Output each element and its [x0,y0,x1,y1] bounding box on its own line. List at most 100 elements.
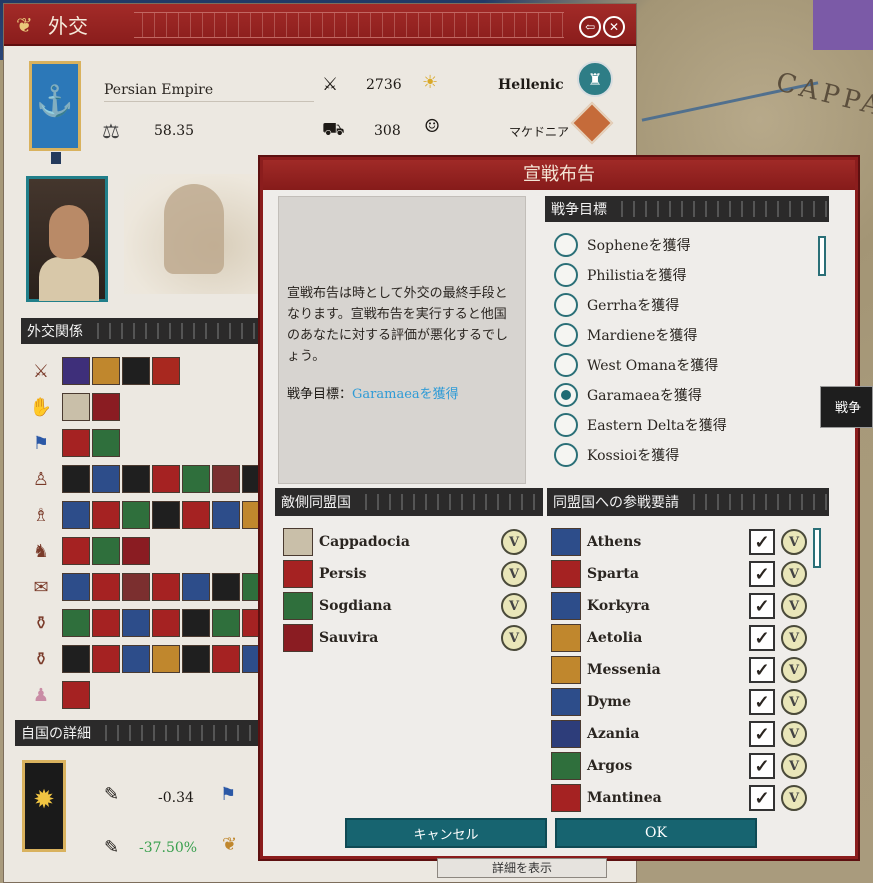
war-side-tab[interactable]: 戦争 [820,386,873,428]
radio-button[interactable] [554,263,578,287]
check-circle-icon[interactable]: V [781,721,807,747]
checkbox[interactable]: ✓ [749,785,775,811]
check-circle-icon[interactable]: V [781,753,807,779]
show-details-button[interactable]: 詳細を表示 [437,858,607,878]
checkbox[interactable]: ✓ [749,561,775,587]
call-ally-row[interactable]: Mantinea ✓ V [551,782,813,814]
flag-icon[interactable] [152,501,180,529]
checkbox[interactable]: ✓ [749,753,775,779]
flag-icon[interactable] [92,357,120,385]
check-circle-icon[interactable]: V [781,657,807,683]
flag-icon[interactable] [92,501,120,529]
enemy-ally-row[interactable]: Cappadocia V [283,526,533,558]
check-circle-icon[interactable]: V [501,625,527,651]
flag-icon[interactable] [212,609,240,637]
call-ally-row[interactable]: Dyme ✓ V [551,686,813,718]
flag-icon[interactable] [62,681,90,709]
goals-scrollbar[interactable] [818,236,826,276]
flag-icon[interactable] [62,429,90,457]
checkbox[interactable]: ✓ [749,721,775,747]
war-goal-option[interactable]: West Omanaを獲得 [545,350,835,380]
back-button[interactable]: ⇦ [579,16,601,38]
check-circle-icon[interactable]: V [781,689,807,715]
checkbox[interactable]: ✓ [749,593,775,619]
radio-button[interactable] [554,443,578,467]
war-goal-option[interactable]: Philistiaを獲得 [545,260,835,290]
flag-icon[interactable] [92,645,120,673]
flag-icon[interactable] [152,609,180,637]
call-ally-row[interactable]: Argos ✓ V [551,750,813,782]
flag-icon[interactable] [212,501,240,529]
check-circle-icon[interactable]: V [781,529,807,555]
flag-icon[interactable] [62,645,90,673]
war-goal-option[interactable]: Sopheneを獲得 [545,230,835,260]
flag-icon[interactable] [212,465,240,493]
radio-button[interactable] [554,413,578,437]
war-goal-option[interactable]: Eastern Deltaを獲得 [545,410,835,440]
checkbox[interactable]: ✓ [749,657,775,683]
flag-icon[interactable] [62,465,90,493]
enemy-ally-row[interactable]: Sauvira V [283,622,533,654]
radio-button[interactable] [554,233,578,257]
flag-icon[interactable] [92,429,120,457]
war-goal-option[interactable]: Kossioiを獲得 [545,440,835,470]
radio-button[interactable] [554,293,578,317]
flag-icon[interactable] [62,501,90,529]
flag-icon[interactable] [152,645,180,673]
flag-icon[interactable] [182,609,210,637]
checkbox[interactable]: ✓ [749,689,775,715]
call-ally-row[interactable]: Sparta ✓ V [551,558,813,590]
flag-icon[interactable] [62,357,90,385]
ok-button[interactable]: OK [555,818,757,848]
allies-scrollbar[interactable] [813,528,821,568]
radio-button[interactable] [554,353,578,377]
call-ally-row[interactable]: Athens ✓ V [551,526,813,558]
checkbox[interactable]: ✓ [749,625,775,651]
check-circle-icon[interactable]: V [781,625,807,651]
flag-icon[interactable] [92,465,120,493]
flag-icon[interactable] [152,465,180,493]
flag-icon[interactable] [62,573,90,601]
figure-button[interactable]: ♜ [577,61,613,97]
check-circle-icon[interactable]: V [501,529,527,555]
flag-icon[interactable] [92,393,120,421]
check-circle-icon[interactable]: V [781,785,807,811]
call-ally-row[interactable]: Messenia ✓ V [551,654,813,686]
checkbox[interactable]: ✓ [749,529,775,555]
ruler-portrait[interactable] [26,176,108,302]
flag-icon[interactable] [62,609,90,637]
flag-icon[interactable] [122,573,150,601]
radio-button[interactable] [554,323,578,347]
flag-icon[interactable] [212,573,240,601]
call-ally-row[interactable]: Azania ✓ V [551,718,813,750]
enemy-ally-row[interactable]: Sogdiana V [283,590,533,622]
flag-icon[interactable] [122,609,150,637]
war-goal-option[interactable]: Mardieneを獲得 [545,320,835,350]
flag-icon[interactable] [152,357,180,385]
close-button[interactable]: ✕ [603,16,625,38]
flag-icon[interactable] [182,501,210,529]
flag-icon[interactable] [122,645,150,673]
radio-button-selected[interactable] [554,383,578,407]
cancel-button[interactable]: キャンセル [345,818,547,848]
check-circle-icon[interactable]: V [781,593,807,619]
call-ally-row[interactable]: Korkyra ✓ V [551,590,813,622]
enemy-ally-row[interactable]: Persis V [283,558,533,590]
check-circle-icon[interactable]: V [501,561,527,587]
flag-icon[interactable] [122,501,150,529]
call-ally-row[interactable]: Aetolia ✓ V [551,622,813,654]
flag-icon[interactable] [212,645,240,673]
flag-icon[interactable] [62,393,90,421]
flag-icon[interactable] [92,609,120,637]
check-circle-icon[interactable]: V [781,561,807,587]
flag-icon[interactable] [122,357,150,385]
flag-icon[interactable] [62,537,90,565]
war-goal-option-selected[interactable]: Garamaeaを獲得 [545,380,835,410]
flag-icon[interactable] [92,537,120,565]
flag-icon[interactable] [122,465,150,493]
flag-icon[interactable] [182,645,210,673]
flag-icon[interactable] [182,573,210,601]
check-circle-icon[interactable]: V [501,593,527,619]
flag-icon[interactable] [182,465,210,493]
flag-icon[interactable] [92,573,120,601]
